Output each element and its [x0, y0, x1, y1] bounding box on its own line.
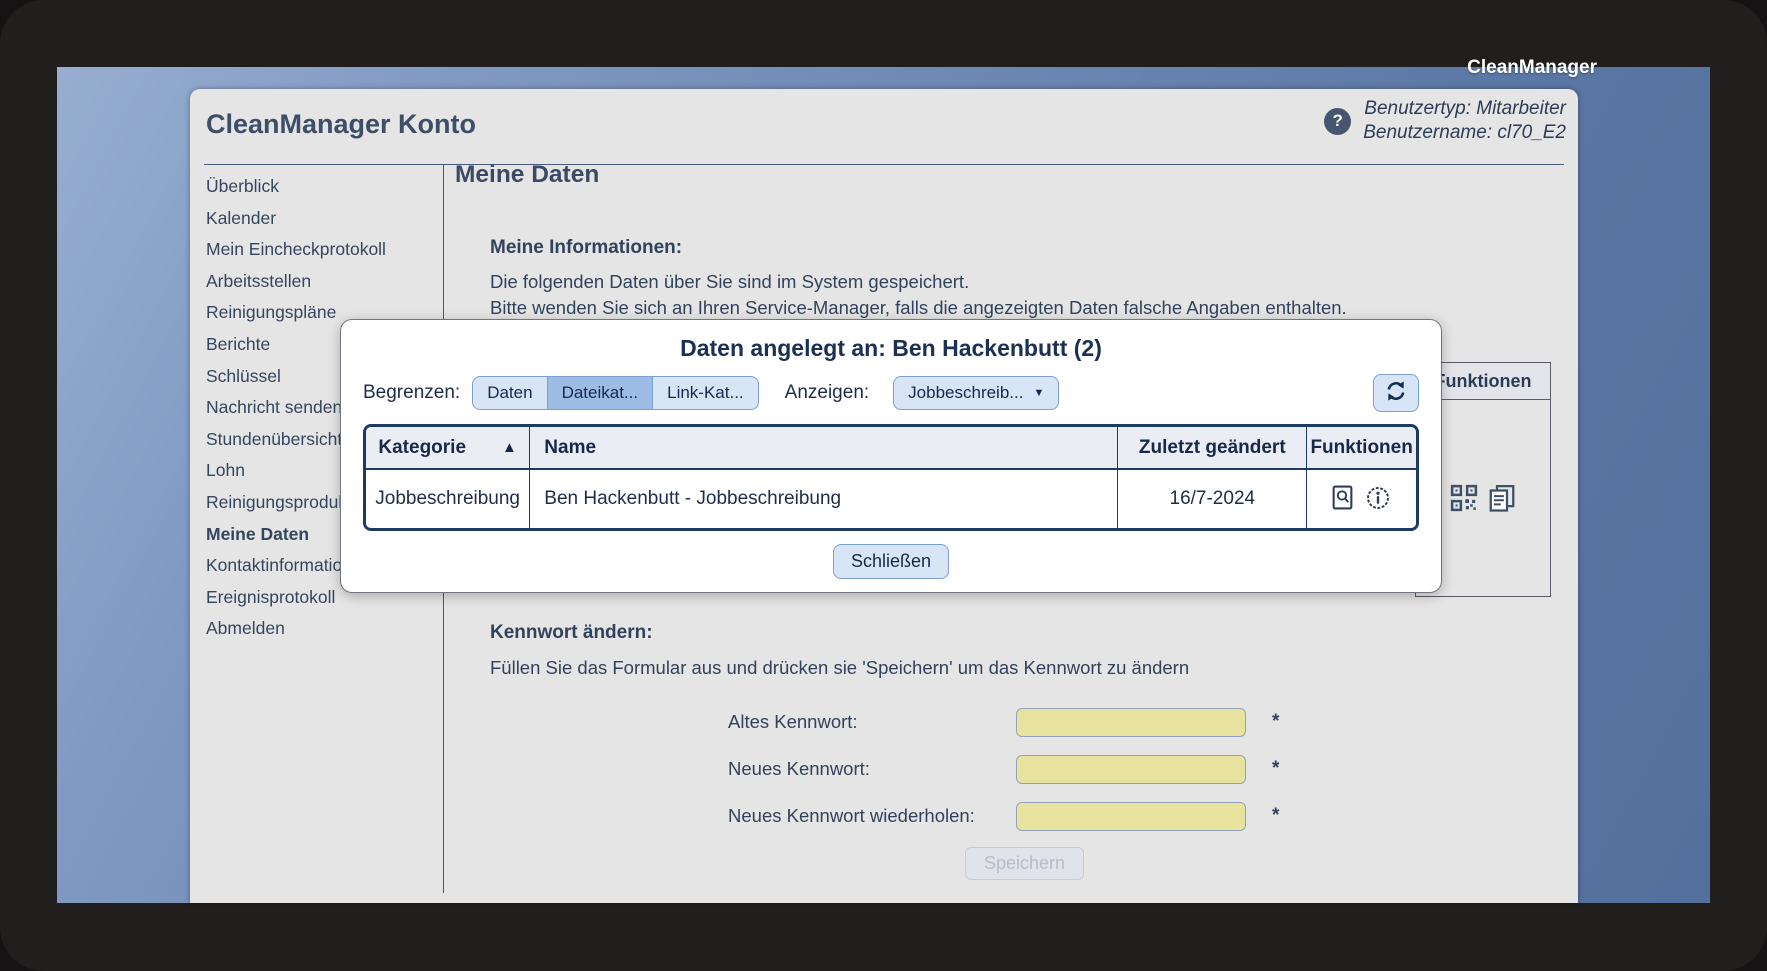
show-dropdown[interactable]: Jobbeschreib... ▼	[893, 376, 1059, 410]
repeat-password-input[interactable]	[1016, 802, 1246, 831]
name-cell: Ben Hackenbutt - Jobbeschreibung	[530, 469, 1118, 528]
required-asterisk: *	[1272, 805, 1279, 827]
preview-button[interactable]	[1332, 485, 1353, 513]
sidebar-item-eincheckprotokoll[interactable]: Mein Eincheckprotokoll	[206, 234, 456, 266]
limit-label: Begrenzen:	[363, 382, 460, 404]
password-instruction: Füllen Sie das Formular aus und drücken …	[490, 657, 1189, 679]
info-line-1: Die folgenden Daten über Sie sind im Sys…	[490, 271, 969, 293]
repeat-password-label: Neues Kennwort wiederholen:	[728, 805, 1016, 827]
column-header-name[interactable]: Name	[530, 427, 1118, 469]
modal-toolbar: Begrenzen: Daten Dateikat... Link-Kat...…	[363, 374, 1419, 412]
old-password-input[interactable]	[1016, 708, 1246, 737]
info-section-title: Meine Informationen:	[490, 237, 682, 259]
user-type-label: Benutzertyp: Mitarbeiter	[1363, 97, 1566, 121]
refresh-button[interactable]	[1373, 374, 1419, 412]
refresh-icon	[1384, 379, 1408, 408]
tab-link-kategorien[interactable]: Link-Kat...	[652, 376, 759, 410]
password-section-title: Kennwort ändern:	[490, 622, 653, 644]
close-button[interactable]: Schließen	[833, 544, 949, 579]
sidebar-item-kalender[interactable]: Kalender	[206, 203, 456, 235]
modal-data-table: Kategorie ▲ Name Zuletzt geändert Funkti…	[363, 424, 1419, 531]
sort-asc-icon: ▲	[502, 439, 517, 456]
column-header-kategorie[interactable]: Kategorie ▲	[366, 427, 530, 469]
info-button[interactable]	[1365, 485, 1391, 514]
user-info-block: ? Benutzertyp: Mitarbeiter Benutzername:…	[1324, 97, 1566, 145]
help-icon[interactable]: ?	[1324, 108, 1351, 135]
show-label: Anzeigen:	[785, 382, 870, 404]
device-bezel: CleanManager CleanManager Konto ? Benutz…	[0, 0, 1767, 971]
funktionen-cell	[1307, 469, 1416, 528]
info-line-2: Bitte wenden Sie sich an Ihren Service-M…	[490, 297, 1347, 319]
sidebar-item-ueberblick[interactable]: Überblick	[206, 171, 456, 203]
content-heading: Meine Daten	[455, 161, 599, 189]
required-asterisk: *	[1272, 758, 1279, 780]
kategorie-cell: Jobbeschreibung	[366, 469, 530, 528]
user-name-label: Benutzername: cl70_E2	[1363, 121, 1566, 145]
column-header-zuletzt-geaendert[interactable]: Zuletzt geändert	[1118, 427, 1307, 469]
page-title: CleanManager Konto	[206, 109, 476, 140]
save-button[interactable]: Speichern	[965, 847, 1084, 880]
filter-tab-group: Daten Dateikat... Link-Kat...	[472, 376, 758, 410]
qr-code-icon[interactable]	[1449, 483, 1479, 513]
chevron-down-icon: ▼	[1033, 387, 1044, 399]
sidebar-item-arbeitsstellen[interactable]: Arbeitsstellen	[206, 266, 456, 298]
header-divider	[204, 164, 1564, 165]
show-dropdown-value: Jobbeschreib...	[908, 383, 1023, 403]
info-icon	[1365, 485, 1391, 514]
data-modal: Daten angelegt an: Ben Hackenbutt (2) Be…	[340, 319, 1442, 593]
sidebar-item-abmelden[interactable]: Abmelden	[206, 613, 456, 645]
brand-watermark: CleanManager	[1467, 57, 1597, 79]
new-password-label: Neues Kennwort:	[728, 758, 1016, 780]
copy-icon[interactable]	[1487, 483, 1517, 513]
old-password-label: Altes Kennwort:	[728, 711, 1016, 733]
tab-daten[interactable]: Daten	[472, 376, 547, 410]
modal-title: Daten angelegt an: Ben Hackenbutt (2)	[341, 335, 1441, 362]
tab-dateikategorien[interactable]: Dateikat...	[547, 376, 654, 410]
date-cell: 16/7-2024	[1118, 469, 1307, 528]
column-header-funktionen[interactable]: Funktionen	[1307, 427, 1416, 469]
preview-icon	[1332, 485, 1353, 513]
table-row: Jobbeschreibung Ben Hackenbutt - Jobbesc…	[366, 469, 1416, 528]
new-password-input[interactable]	[1016, 755, 1246, 784]
required-asterisk: *	[1272, 711, 1279, 733]
